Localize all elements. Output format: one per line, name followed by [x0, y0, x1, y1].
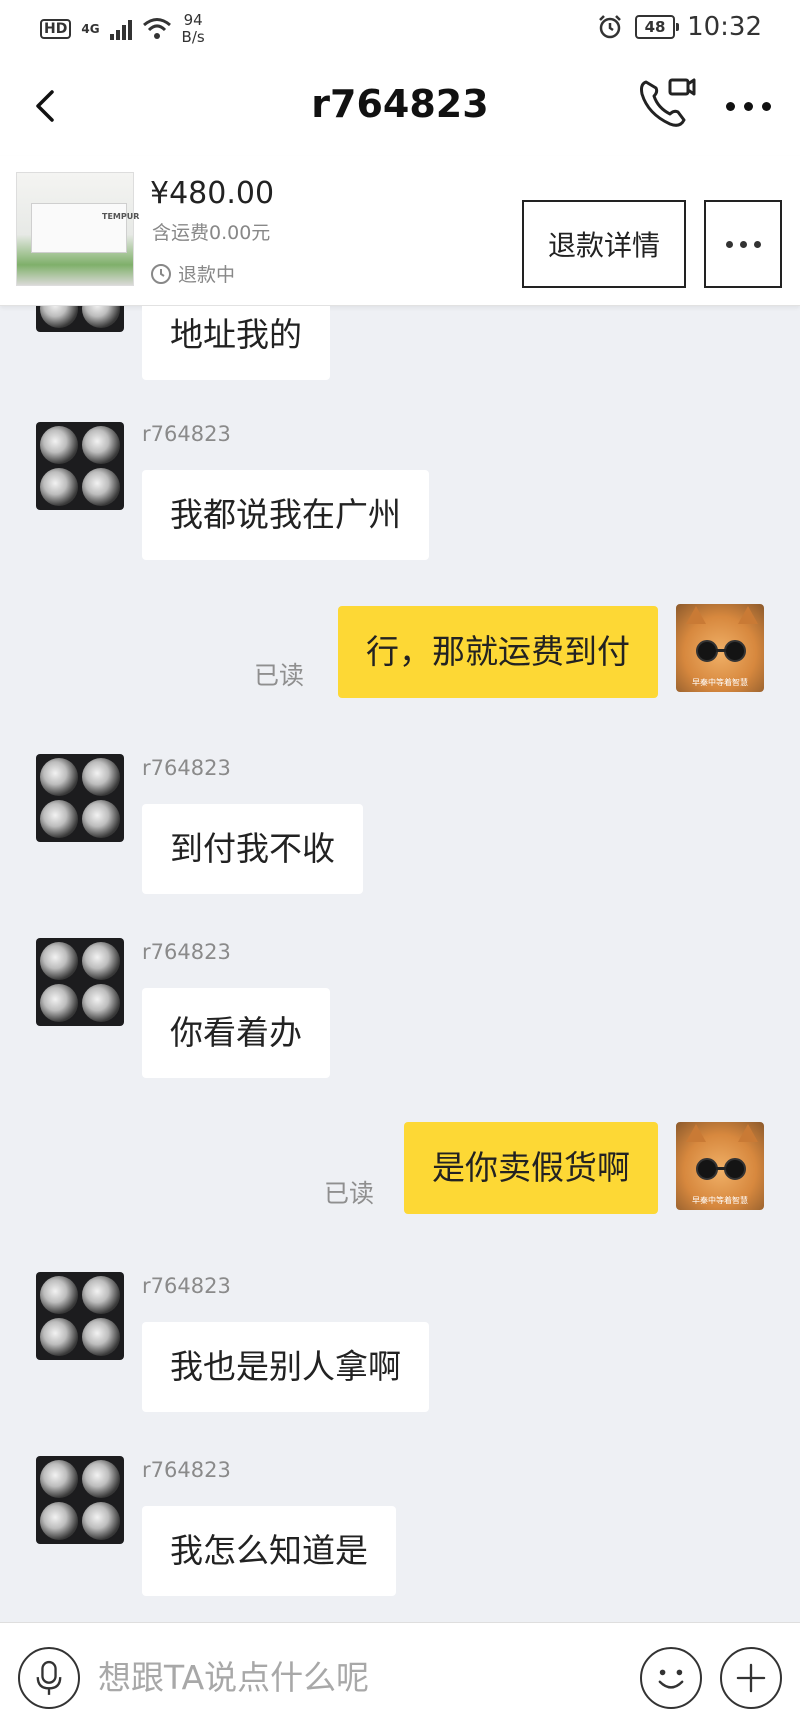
speed-value: 94: [183, 11, 203, 29]
status-bar: HD 4G 94 B/s 48 10:32: [0, 0, 800, 56]
contact-avatar[interactable]: [36, 754, 124, 842]
speed-unit: B/s: [181, 28, 205, 46]
dot-icon: [725, 101, 735, 111]
hd-badge: HD: [40, 19, 72, 39]
avatar-caption: 早秦中等着智慧: [692, 1196, 748, 1205]
more-options-button[interactable]: [718, 86, 778, 126]
message-bubble-incoming[interactable]: 我也是别人拿啊: [142, 1322, 429, 1412]
dot-icon: [739, 240, 747, 248]
contact-avatar[interactable]: [36, 938, 124, 1026]
battery-icon: 48: [635, 15, 680, 39]
refund-details-button[interactable]: 退款详情: [522, 200, 686, 288]
contact-avatar[interactable]: [36, 306, 124, 332]
message-bubble-outgoing[interactable]: 是你卖假货啊: [404, 1122, 658, 1214]
microphone-icon[interactable]: [18, 1647, 80, 1709]
input-bar: [0, 1622, 800, 1732]
contact-avatar[interactable]: [36, 1456, 124, 1544]
message-bubble-incoming[interactable]: 我怎么知道是: [142, 1506, 396, 1596]
message-bubble-outgoing[interactable]: 行，那就运费到付: [338, 606, 658, 698]
message-input[interactable]: [98, 1649, 618, 1705]
shipping-fee: 含运费0.00元: [152, 222, 271, 244]
message-bubble-incoming[interactable]: 到付我不收: [142, 804, 363, 894]
message-bubble-incoming[interactable]: 我都说我在广州: [142, 470, 429, 560]
self-avatar[interactable]: 早秦中等着智慧: [676, 604, 764, 692]
status-left: HD 4G 94 B/s: [40, 12, 205, 46]
sender-name: r764823: [142, 756, 231, 780]
network-speed: 94 B/s: [182, 12, 205, 46]
message-bubble-incoming[interactable]: 你看着办: [142, 988, 330, 1078]
network-type: 4G: [81, 22, 100, 36]
dot-icon: [725, 240, 733, 248]
product-thumbnail[interactable]: TEMPUR: [16, 172, 139, 286]
call-icon[interactable]: [636, 74, 698, 132]
clock-time: 10:32: [687, 12, 762, 42]
chat-header: r764823: [0, 56, 800, 156]
contact-avatar[interactable]: [36, 422, 124, 510]
order-status-label: 退款中: [178, 264, 236, 286]
status-right: 48 10:32: [597, 12, 762, 42]
signal-icon: [109, 18, 132, 40]
dot-icon: [761, 101, 771, 111]
dot-icon: [753, 240, 761, 248]
order-price: ¥480.00: [150, 176, 275, 211]
clock-icon: [151, 263, 171, 284]
wifi-icon: [142, 18, 171, 39]
order-card: TEMPUR ¥480.00 含运费0.00元 退款中 退款详情: [0, 156, 800, 306]
sender-name: r764823: [142, 1274, 231, 1298]
sender-name: r764823: [142, 940, 231, 964]
self-avatar[interactable]: 早秦中等着智慧: [676, 1122, 764, 1210]
order-more-button[interactable]: [704, 200, 782, 288]
sender-name: r764823: [142, 422, 231, 446]
emoji-icon[interactable]: [640, 1647, 702, 1709]
read-receipt: 已读: [254, 661, 305, 690]
sender-name: r764823: [142, 1458, 231, 1482]
read-receipt: 已读: [324, 1179, 375, 1208]
message-list[interactable]: 地址我的 r764823 我都说我在广州 已读 行，那就运费到付 早秦中等着智慧…: [0, 306, 800, 1622]
plus-icon[interactable]: [720, 1647, 782, 1709]
avatar-caption: 早秦中等着智慧: [692, 678, 748, 687]
order-status: 退款中: [150, 260, 235, 287]
contact-avatar[interactable]: [36, 1272, 124, 1360]
dot-icon: [743, 101, 753, 111]
alarm-icon: [599, 15, 621, 39]
product-box-image: TEMPUR: [31, 203, 139, 253]
message-bubble-incoming[interactable]: 地址我的: [142, 306, 330, 380]
thumbnail-brand: TEMPUR: [102, 212, 140, 221]
